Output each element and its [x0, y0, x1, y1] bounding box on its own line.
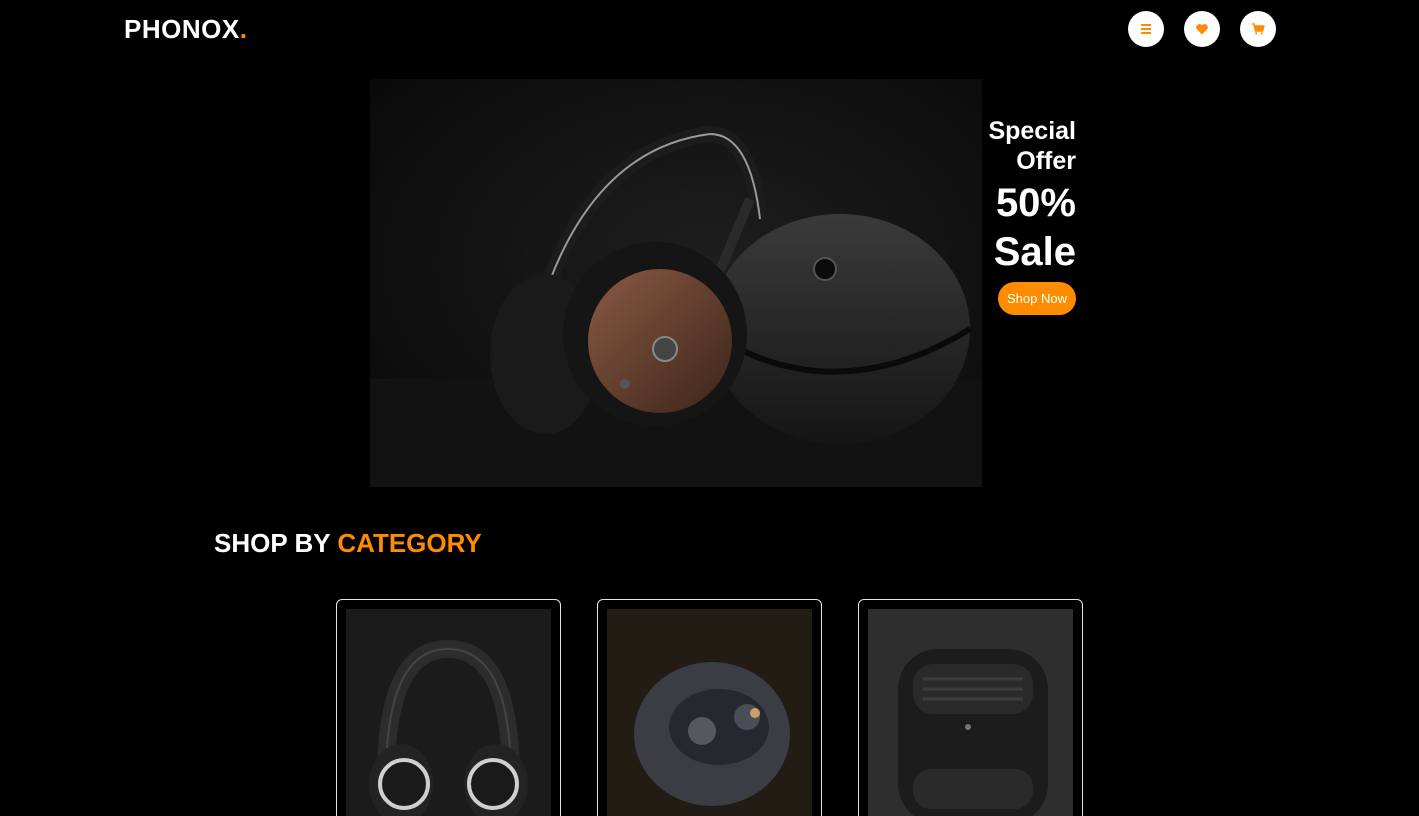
category-cards	[336, 599, 1083, 816]
wishlist-button[interactable]	[1184, 11, 1220, 47]
shop-now-button[interactable]: Shop Now	[998, 282, 1076, 315]
menu-icon	[1141, 24, 1151, 34]
section-title-accent: CATEGORY	[337, 528, 482, 558]
earbuds-case-image	[868, 609, 1073, 816]
section-title-prefix: SHOP BY	[214, 528, 331, 558]
brand-dot: .	[239, 14, 248, 44]
header-actions	[1128, 11, 1276, 47]
category-card-earbuds[interactable]	[597, 599, 822, 816]
special-offer-panel: Special Offer 50% Sale Shop Now	[980, 116, 1076, 315]
heart-icon	[1196, 24, 1208, 35]
headphones-illustration	[370, 79, 982, 487]
hero-image	[370, 79, 982, 487]
wireless-earbuds-image	[607, 609, 812, 816]
menu-button[interactable]	[1128, 11, 1164, 47]
category-card-cases[interactable]	[858, 599, 1083, 816]
discount-percent: 50%	[995, 181, 1076, 225]
brand-name: PHONOX	[124, 14, 240, 44]
offer-line-1: Special	[988, 117, 1076, 145]
cart-icon	[1252, 23, 1265, 35]
over-ear-headphones-image	[346, 609, 551, 816]
category-card-headphones[interactable]	[336, 599, 561, 816]
cart-button[interactable]	[1240, 11, 1276, 47]
offer-line-2: Offer	[1016, 147, 1076, 175]
section-title: SHOP BY CATEGORY	[214, 528, 482, 559]
sale-label: Sale	[993, 230, 1076, 274]
brand-logo[interactable]: PHONOX.	[124, 14, 247, 45]
